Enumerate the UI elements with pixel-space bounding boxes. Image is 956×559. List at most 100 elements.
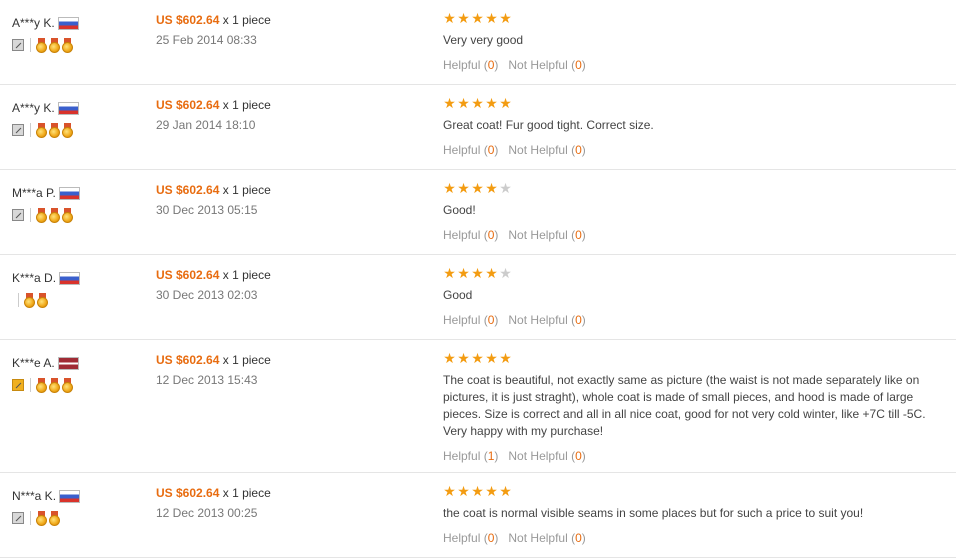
review-text: The coat is beautiful, not exactly same … [443, 373, 926, 438]
helpful-button[interactable]: Helpful (0) [443, 313, 498, 327]
star-filled-icon: ★ [471, 95, 484, 111]
review-text: the coat is normal visible seams in some… [443, 506, 864, 520]
review-list: A***y K. US $602.64 x 1 piece 25 Feb 201… [0, 0, 956, 558]
review-item: A***y K. US $602.64 x 1 piece 29 Jan 201… [0, 85, 956, 170]
helpful-button[interactable]: Helpful (1) [443, 449, 498, 463]
star-filled-icon: ★ [485, 483, 498, 499]
order-quantity: x 1 piece [222, 13, 271, 27]
not-helpful-button[interactable]: Not Helpful (0) [508, 228, 585, 242]
buyer-badges [12, 37, 142, 53]
review-date: 30 Dec 2013 02:03 [156, 288, 258, 302]
helpful-count: 0 [487, 531, 495, 545]
order-quantity: x 1 piece [222, 353, 271, 367]
order-info: US $602.64 x 1 piece 12 Dec 2013 00:25 [156, 486, 271, 520]
ru-flag-icon [57, 101, 79, 115]
medal-icon [62, 37, 73, 53]
star-filled-icon: ★ [443, 95, 456, 111]
not-helpful-count: 0 [575, 313, 582, 327]
order-info: US $602.64 x 1 piece 25 Feb 2014 08:33 [156, 13, 271, 47]
not-helpful-button[interactable]: Not Helpful (0) [508, 449, 585, 463]
order-quantity: x 1 piece [222, 268, 271, 282]
order-price: US $602.64 [156, 353, 220, 367]
buyer-badges [12, 377, 142, 393]
not-helpful-button[interactable]: Not Helpful (0) [508, 531, 585, 545]
buyer-name[interactable]: N***a K. [12, 489, 56, 503]
buyer-name[interactable]: A***y K. [12, 16, 55, 30]
order-price: US $602.64 [156, 486, 220, 500]
buyer-name[interactable]: K***a D. [12, 271, 56, 285]
lv-flag-icon [57, 356, 79, 370]
review-text: Very very good [443, 33, 524, 47]
review-content: ★ ★ ★ ★ ★ Good! Helpful (0) Not Helpful (0) [443, 180, 938, 242]
feedback-pencil-icon[interactable] [12, 209, 24, 221]
review-date: 12 Dec 2013 15:43 [156, 373, 258, 387]
buyer-name[interactable]: A***y K. [12, 101, 55, 115]
star-rating: ★ ★ ★ ★ ★ [443, 350, 938, 366]
badge-divider [30, 123, 31, 137]
badge-divider [30, 38, 31, 52]
review-content: ★ ★ ★ ★ ★ the coat is normal visible seams i… [443, 483, 938, 545]
medal-icon [62, 207, 73, 223]
star-filled-icon: ★ [485, 10, 498, 26]
order-info: US $602.64 x 1 piece 30 Dec 2013 02:03 [156, 268, 271, 302]
helpful-votes: Helpful (0) Not Helpful (0) [443, 313, 938, 327]
review-text: Great coat! Fur good tight. Correct size… [443, 118, 654, 132]
review-content: ★ ★ ★ ★ ★ Very very good Helpful (0) Not Help… [443, 10, 938, 72]
medal-icon [49, 510, 60, 526]
medal-icon [36, 207, 47, 223]
buyer-info: K***a D. [12, 270, 142, 308]
not-helpful-button[interactable]: Not Helpful (0) [508, 313, 585, 327]
not-helpful-count: 0 [575, 531, 582, 545]
star-rating: ★ ★ ★ ★ ★ [443, 95, 938, 111]
order-info: US $602.64 x 1 piece 30 Dec 2013 05:15 [156, 183, 271, 217]
order-price: US $602.64 [156, 13, 220, 27]
order-quantity: x 1 piece [222, 98, 271, 112]
helpful-votes: Helpful (0) Not Helpful (0) [443, 228, 938, 242]
medal-icon [24, 292, 35, 308]
star-filled-icon: ★ [457, 180, 470, 196]
not-helpful-count: 0 [575, 143, 582, 157]
star-filled-icon: ★ [443, 350, 456, 366]
helpful-votes: Helpful (0) Not Helpful (0) [443, 143, 938, 157]
not-helpful-button[interactable]: Not Helpful (0) [508, 58, 585, 72]
star-filled-icon: ★ [471, 180, 484, 196]
star-filled-icon: ★ [471, 483, 484, 499]
helpful-button[interactable]: Helpful (0) [443, 531, 498, 545]
review-item: N***a K. US $602.64 x 1 piece 12 Dec 201… [0, 473, 956, 558]
feedback-pencil-icon[interactable] [12, 39, 24, 51]
buyer-info: N***a K. [12, 488, 142, 526]
medal-icon [36, 510, 47, 526]
star-filled-icon: ★ [499, 350, 512, 366]
helpful-button[interactable]: Helpful (0) [443, 228, 498, 242]
not-helpful-count: 0 [575, 228, 582, 242]
star-filled-icon: ★ [457, 10, 470, 26]
review-item: M***a P. US $602.64 x 1 piece 30 Dec 201… [0, 170, 956, 255]
star-filled-icon: ★ [485, 180, 498, 196]
review-content: ★ ★ ★ ★ ★ The coat is beautiful, not exactly… [443, 350, 938, 463]
helpful-button[interactable]: Helpful (0) [443, 58, 498, 72]
buyer-badges [12, 122, 142, 138]
star-filled-icon: ★ [499, 483, 512, 499]
helpful-button[interactable]: Helpful (0) [443, 143, 498, 157]
order-info: US $602.64 x 1 piece 29 Jan 2014 18:10 [156, 98, 271, 132]
review-date: 12 Dec 2013 00:25 [156, 506, 258, 520]
order-price: US $602.64 [156, 183, 220, 197]
buyer-badges [12, 207, 142, 223]
buyer-info: A***y K. [12, 15, 142, 53]
buyer-name[interactable]: M***a P. [12, 186, 56, 200]
review-item: K***a D. US $602.64 x 1 piece 30 Dec 201… [0, 255, 956, 340]
medal-icon [37, 292, 48, 308]
review-content: ★ ★ ★ ★ ★ Good Helpful (0) Not Helpful (0) [443, 265, 938, 327]
buyer-info: K***e A. [12, 355, 142, 393]
feedback-pencil-icon[interactable] [12, 379, 24, 391]
feedback-pencil-icon[interactable] [12, 124, 24, 136]
star-filled-icon: ★ [471, 10, 484, 26]
buyer-name[interactable]: K***e A. [12, 356, 55, 370]
buyer-info: A***y K. [12, 100, 142, 138]
star-filled-icon: ★ [485, 350, 498, 366]
medal-icon [49, 377, 60, 393]
medal-icon [49, 207, 60, 223]
star-filled-icon: ★ [443, 265, 456, 281]
feedback-pencil-icon[interactable] [12, 512, 24, 524]
not-helpful-button[interactable]: Not Helpful (0) [508, 143, 585, 157]
